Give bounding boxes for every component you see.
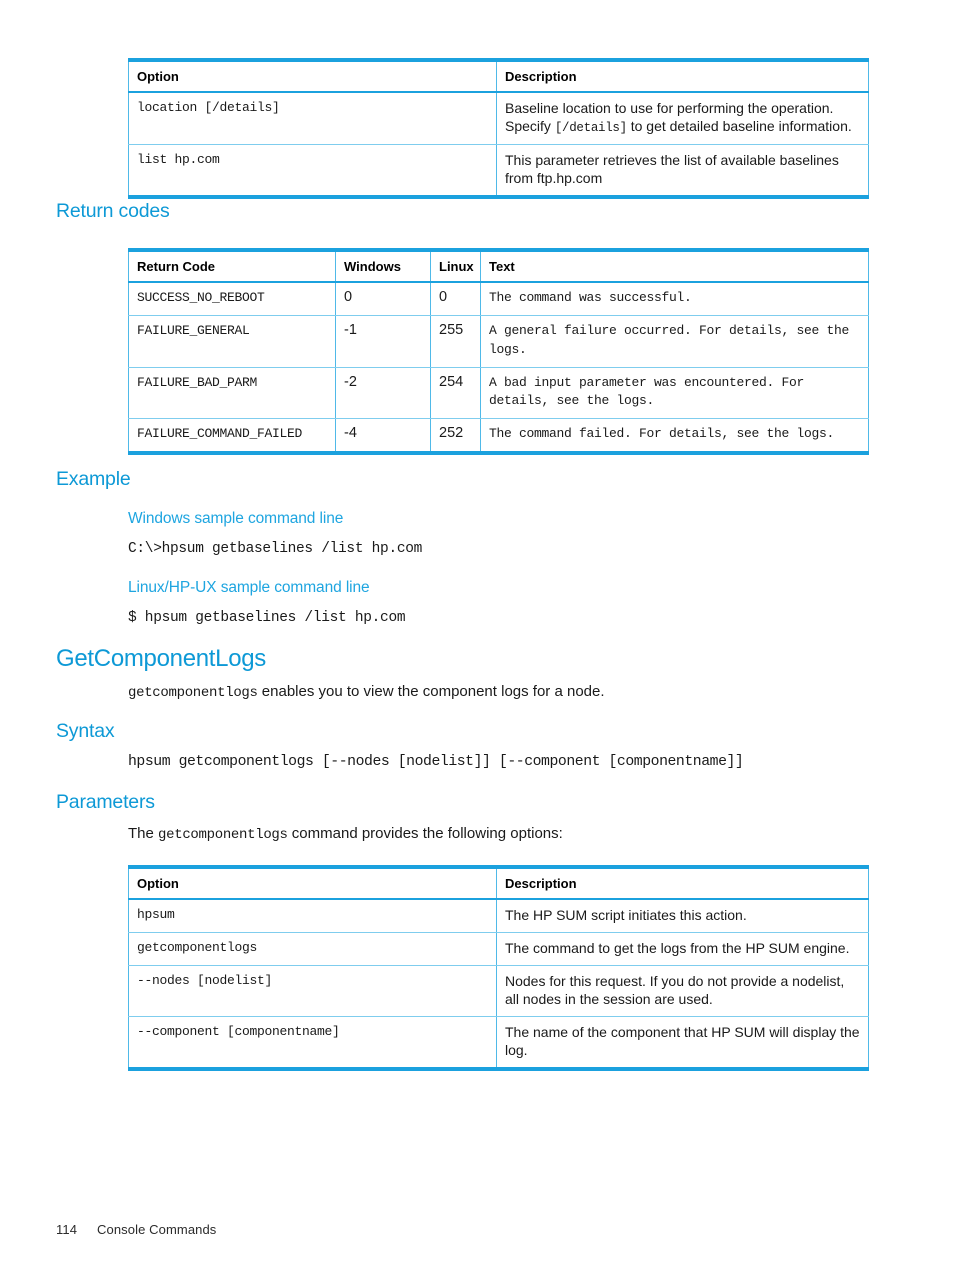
cell-description: Nodes for this request. If you do not pr… <box>496 965 869 1017</box>
getbaselines-options-table: Option Description location [/details] B… <box>128 58 869 199</box>
table-header-row: Option Description <box>128 60 869 93</box>
windows-sample-subheading-wrapper: Windows sample command line <box>128 510 343 528</box>
table-row: SUCCESS_NO_REBOOT 0 0 The command was su… <box>128 282 869 316</box>
cell-linux-value: 0 <box>430 282 481 316</box>
subheading-linux-hpux-sample-command-line: Linux/HP-UX sample command line <box>128 579 370 596</box>
page-footer: 114 Console Commands <box>56 1222 216 1237</box>
cell-text: The command was successful. <box>480 282 869 316</box>
table-row: list hp.com This parameter retrieves the… <box>128 144 869 197</box>
cell-linux-value: 252 <box>430 418 481 454</box>
column-header-option: Option <box>128 867 497 900</box>
column-header-linux: Linux <box>430 250 481 283</box>
cell-return-code: SUCCESS_NO_REBOOT <box>128 282 336 316</box>
cell-linux-value: 255 <box>430 315 481 368</box>
table-row: getcomponentlogs The command to get the … <box>128 932 869 966</box>
cell-return-code: FAILURE_GENERAL <box>128 315 336 368</box>
linux-sample-subheading-wrapper: Linux/HP-UX sample command line <box>128 579 370 597</box>
getcomponentlogs-options-table-wrapper: Option Description hpsum The HP SUM scri… <box>128 865 869 1071</box>
cell-option: getcomponentlogs <box>128 932 497 966</box>
cell-option: --nodes [nodelist] <box>128 965 497 1017</box>
column-header-text: Text <box>480 250 869 283</box>
syntax-heading-wrapper: Syntax <box>56 720 115 743</box>
getbaselines-options-table-wrapper: Option Description location [/details] B… <box>128 58 869 199</box>
parameters-heading-wrapper: Parameters <box>56 791 155 814</box>
intro-inline-code: getcomponentlogs <box>128 685 258 701</box>
cell-description: Baseline location to use for performing … <box>496 92 869 145</box>
column-header-windows: Windows <box>335 250 431 283</box>
section-heading-getcomponentlogs: GetComponentLogs <box>56 645 267 672</box>
description-text-post: to get detailed baseline information. <box>626 118 852 135</box>
section-heading-syntax: Syntax <box>56 720 115 742</box>
cell-description: The HP SUM script initiates this action. <box>496 899 869 933</box>
cell-text: A general failure occurred. For details,… <box>480 315 869 368</box>
table-row: --nodes [nodelist] Nodes for this reques… <box>128 965 869 1017</box>
column-header-return-code: Return Code <box>128 250 336 283</box>
table-row: FAILURE_COMMAND_FAILED -4 252 The comman… <box>128 418 869 454</box>
parameters-intro-post: command provides the following options: <box>287 825 563 842</box>
cell-text: The command failed. For details, see the… <box>480 418 869 454</box>
cell-windows-value: -1 <box>335 315 431 368</box>
return-codes-table-wrapper: Return Code Windows Linux Text SUCCESS_N… <box>128 248 869 456</box>
parameters-intro-pre: The <box>128 825 159 842</box>
subheading-windows-sample-command-line: Windows sample command line <box>128 510 344 527</box>
syntax-command-line: hpsum getcomponentlogs [--nodes [nodelis… <box>128 754 744 770</box>
cell-windows-value: 0 <box>335 282 431 316</box>
cell-description: The name of the component that HP SUM wi… <box>496 1016 869 1069</box>
document-page: Option Description location [/details] B… <box>0 0 954 1271</box>
cell-windows-value: -4 <box>335 418 431 454</box>
example-heading-wrapper: Example <box>56 468 131 491</box>
column-header-description: Description <box>496 60 869 93</box>
intro-text: enables you to view the component logs f… <box>257 683 605 700</box>
linux-sample-command: $ hpsum getbaselines /list hp.com <box>128 610 406 626</box>
cell-option: --component [componentname] <box>128 1016 497 1069</box>
table-row: --component [componentname] The name of … <box>128 1016 869 1069</box>
table-row: hpsum The HP SUM script initiates this a… <box>128 899 869 933</box>
description-text-pre: This parameter retrieves the list of ava… <box>505 151 839 187</box>
column-header-option: Option <box>128 60 497 93</box>
description-inline-code: [/details] <box>554 121 627 136</box>
return-codes-table: Return Code Windows Linux Text SUCCESS_N… <box>128 248 869 456</box>
cell-text: A bad input parameter was encountered. F… <box>480 367 869 420</box>
return-codes-heading-wrapper: Return codes <box>56 200 170 223</box>
column-header-description: Description <box>496 867 869 900</box>
footer-page-number: 114 <box>56 1222 78 1237</box>
table-row: FAILURE_GENERAL -1 255 A general failure… <box>128 315 869 368</box>
getcomponentlogs-intro-paragraph: getcomponentlogs enables you to view the… <box>128 683 605 701</box>
table-row: FAILURE_BAD_PARM -2 254 A bad input para… <box>128 367 869 420</box>
cell-option: hpsum <box>128 899 497 933</box>
getcomponentlogs-options-table: Option Description hpsum The HP SUM scri… <box>128 865 869 1071</box>
cell-description: This parameter retrieves the list of ava… <box>496 144 869 197</box>
cell-option: list hp.com <box>128 144 497 197</box>
parameters-intro-inline-code: getcomponentlogs <box>158 827 288 843</box>
section-heading-parameters: Parameters <box>56 791 155 813</box>
cell-return-code: FAILURE_COMMAND_FAILED <box>128 418 336 454</box>
table-row: location [/details] Baseline location to… <box>128 92 869 145</box>
parameters-intro-paragraph: The getcomponentlogs command provides th… <box>128 825 563 843</box>
section-heading-return-codes: Return codes <box>56 200 170 222</box>
getcomponentlogs-heading-wrapper: GetComponentLogs <box>56 645 266 673</box>
windows-sample-command: C:\>hpsum getbaselines /list hp.com <box>128 541 423 557</box>
cell-linux-value: 254 <box>430 367 481 420</box>
table-header-row: Option Description <box>128 867 869 900</box>
cell-description: The command to get the logs from the HP … <box>496 932 869 966</box>
table-header-row: Return Code Windows Linux Text <box>128 250 869 283</box>
footer-chapter-title: Console Commands <box>97 1222 217 1237</box>
cell-return-code: FAILURE_BAD_PARM <box>128 367 336 420</box>
section-heading-example: Example <box>56 468 131 490</box>
cell-option: location [/details] <box>128 92 497 145</box>
cell-windows-value: -2 <box>335 367 431 420</box>
